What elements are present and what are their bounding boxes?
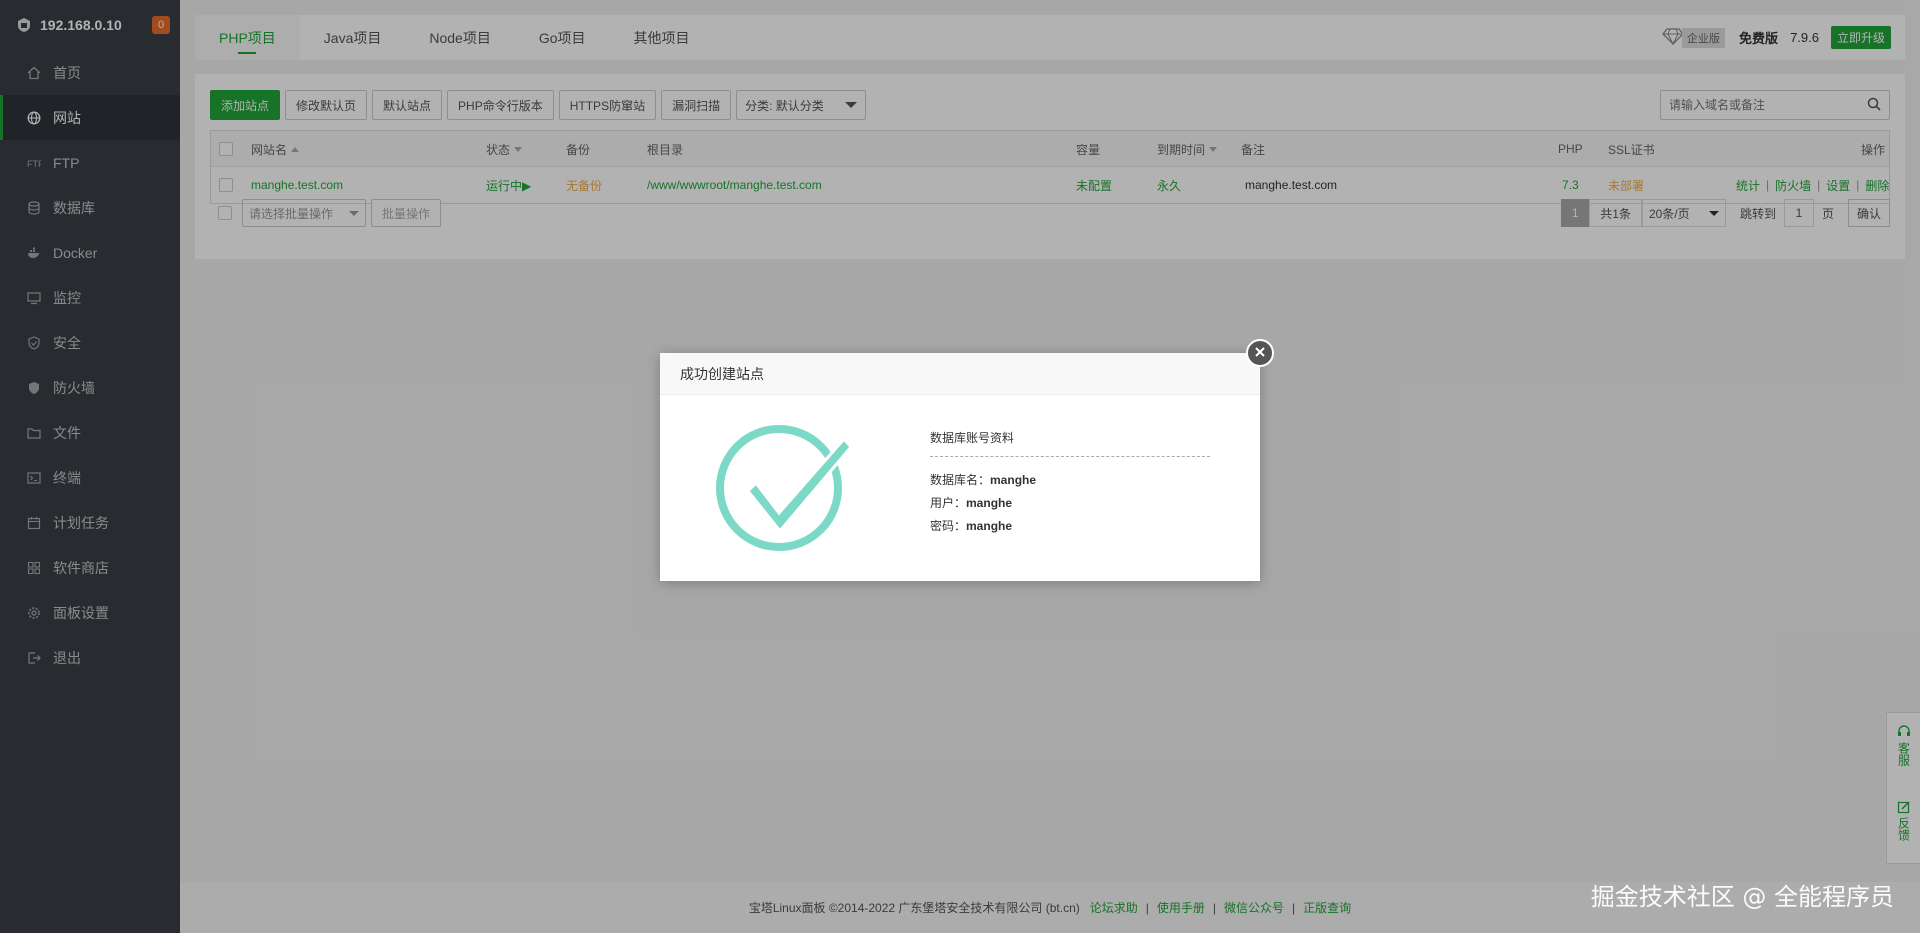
db-info-title: 数据库账号资料 xyxy=(930,429,1210,457)
db-password-row: 密码：manghe xyxy=(930,519,1013,533)
db-user-row: 用户：manghe xyxy=(930,496,1013,510)
success-check-icon xyxy=(716,421,856,554)
db-password-value: manghe xyxy=(966,519,1013,533)
db-account-info: 数据库账号资料 数据库名：manghe 用户：manghe 密码：manghe xyxy=(930,429,1210,538)
dialog-title: 成功创建站点 xyxy=(660,353,1260,395)
close-icon xyxy=(1254,346,1266,361)
dialog-body: 数据库账号资料 数据库名：manghe 用户：manghe 密码：manghe xyxy=(660,395,1260,581)
db-name-row: 数据库名：manghe xyxy=(930,473,1037,487)
db-user-value: manghe xyxy=(966,496,1013,510)
watermark: 掘金技术社区 @ 全能程序员 xyxy=(1590,883,1894,911)
close-button[interactable] xyxy=(1246,339,1274,367)
db-name-value: manghe xyxy=(990,473,1037,487)
site-created-dialog: 成功创建站点 数据库账号资料 数据库名：manghe 用户：manghe 密码：… xyxy=(660,339,1274,581)
